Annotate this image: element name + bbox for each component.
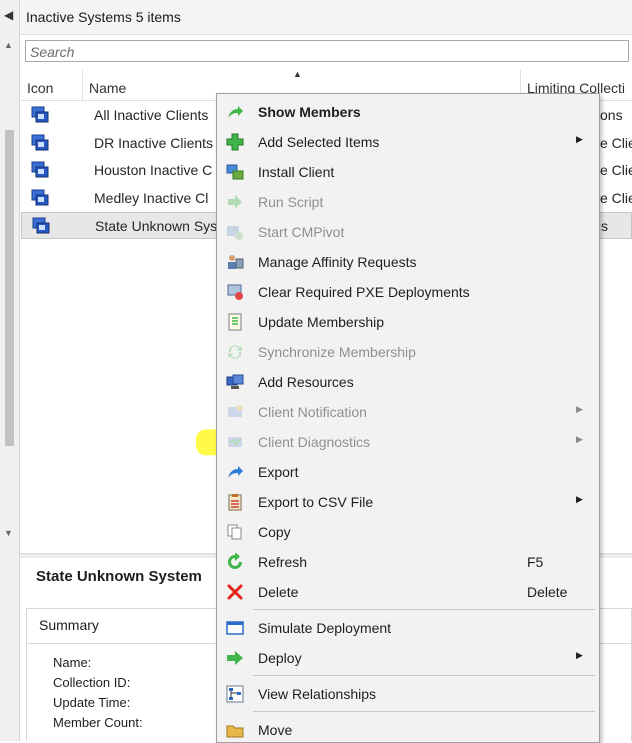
submenu-arrow-icon: ▶ [576, 134, 583, 144]
column-header-icon[interactable]: Icon [27, 80, 53, 96]
menu-item-client-diagnostics[interactable]: Client Diagnostics ▶ [217, 427, 597, 457]
menu-item-synchronize-membership[interactable]: Synchronize Membership [217, 337, 597, 367]
menu-item-export[interactable]: Export [217, 457, 597, 487]
copy-icon [227, 524, 242, 540]
menu-separator [253, 609, 595, 610]
list-header: Inactive Systems 5 items [20, 0, 632, 35]
menu-separator [253, 675, 595, 676]
menu-item-install-client[interactable]: Install Client [217, 157, 597, 187]
limiting-collection: s [601, 218, 608, 234]
cmpivot-icon [227, 226, 243, 240]
summary-field-name: Name: [53, 655, 92, 670]
collection-icon [31, 106, 49, 123]
scroll-up-icon[interactable]: ▲ [4, 40, 13, 50]
limiting-collection: e Clie [600, 135, 632, 151]
client-diagnostics-icon [228, 437, 242, 447]
menu-item-view-relationships[interactable]: View Relationships [217, 679, 597, 709]
menu-item-deploy[interactable]: Deploy ▶ [217, 643, 597, 673]
plus-icon [226, 133, 244, 151]
affinity-icon [228, 255, 244, 269]
menu-separator [253, 711, 595, 712]
collection-name: DR Inactive Clients [94, 135, 214, 151]
menu-item-start-cmpivot[interactable]: Start CMPivot [217, 217, 597, 247]
submenu-arrow-icon: ▶ [576, 650, 583, 660]
limiting-collection: ons [600, 107, 623, 123]
vertical-scrollbar-thumb[interactable] [5, 130, 14, 446]
collection-icon [32, 217, 50, 234]
page-title: Inactive Systems 5 items [26, 9, 181, 25]
menu-item-simulate-deployment[interactable]: Simulate Deployment [217, 613, 597, 643]
menu-item-add-resources[interactable]: Add Resources [217, 367, 597, 397]
column-separator [82, 70, 83, 100]
export-csv-icon [228, 494, 242, 511]
add-resources-icon [226, 374, 244, 389]
delete-icon [227, 584, 243, 600]
menu-item-manage-affinity-requests[interactable]: Manage Affinity Requests [217, 247, 597, 277]
collection-name: Houston Inactive C [94, 162, 213, 178]
collection-name: State Unknown Sys [95, 218, 218, 234]
pxe-icon [227, 284, 243, 300]
move-icon [226, 725, 244, 738]
sync-icon [228, 345, 242, 359]
shortcut-label: F5 [527, 554, 544, 570]
submenu-arrow-icon: ▶ [576, 434, 583, 444]
arrow-icon [228, 106, 243, 118]
update-membership-icon [228, 313, 242, 331]
menu-item-refresh[interactable]: Refresh F5 [217, 547, 597, 577]
menu-item-move[interactable]: Move [217, 715, 597, 742]
summary-field-update-time: Update Time: [53, 695, 131, 710]
submenu-arrow-icon: ▶ [576, 404, 583, 414]
collection-icon [31, 134, 49, 151]
install-client-icon [226, 164, 244, 180]
search-input[interactable] [30, 43, 620, 60]
menu-item-update-membership[interactable]: Update Membership [217, 307, 597, 337]
simulate-icon [226, 621, 244, 635]
menu-item-export-to-csv-file[interactable]: Export to CSV File ▶ [217, 487, 597, 517]
limiting-collection: e Clie [600, 190, 632, 206]
summary-field-collection-id: Collection ID: [53, 675, 131, 690]
scroll-strip [0, 548, 19, 588]
details-title: State Unknown System [36, 568, 202, 585]
sort-ascending-icon: ▲ [293, 69, 302, 79]
collection-icon [31, 189, 49, 206]
export-icon [228, 466, 243, 478]
collection-name: Medley Inactive Cl [94, 190, 209, 206]
menu-item-show-members[interactable]: Show Members [217, 97, 597, 127]
collection-icon [31, 161, 49, 178]
relationships-icon [226, 685, 244, 703]
deploy-icon [227, 651, 243, 665]
menu-item-clear-required-pxe-deployments[interactable]: Clear Required PXE Deployments [217, 277, 597, 307]
menu-item-copy[interactable]: Copy [217, 517, 597, 547]
menu-item-delete[interactable]: Delete Delete [217, 577, 597, 607]
summary-label: Summary [39, 617, 99, 633]
context-menu: Show Members Add Selected Items ▶ Instal… [216, 93, 600, 743]
search-box[interactable] [25, 40, 629, 62]
menu-item-client-notification[interactable]: Client Notification ▶ [217, 397, 597, 427]
submenu-arrow-icon: ▶ [576, 494, 583, 504]
limiting-collection: e Clie [600, 162, 632, 178]
menu-item-run-script[interactable]: Run Script [217, 187, 597, 217]
column-header-name[interactable]: Name [89, 80, 126, 96]
summary-field-member-count: Member Count: [53, 715, 143, 730]
collection-name: All Inactive Clients [94, 107, 209, 123]
scroll-down-icon[interactable]: ▼ [4, 528, 13, 538]
shortcut-label: Delete [527, 584, 568, 600]
client-notification-icon [228, 405, 243, 417]
collapse-chevron-icon[interactable]: ◀ [4, 8, 13, 22]
run-script-icon [228, 195, 242, 209]
menu-item-add-selected-items[interactable]: Add Selected Items ▶ [217, 127, 597, 157]
refresh-icon [228, 553, 242, 569]
